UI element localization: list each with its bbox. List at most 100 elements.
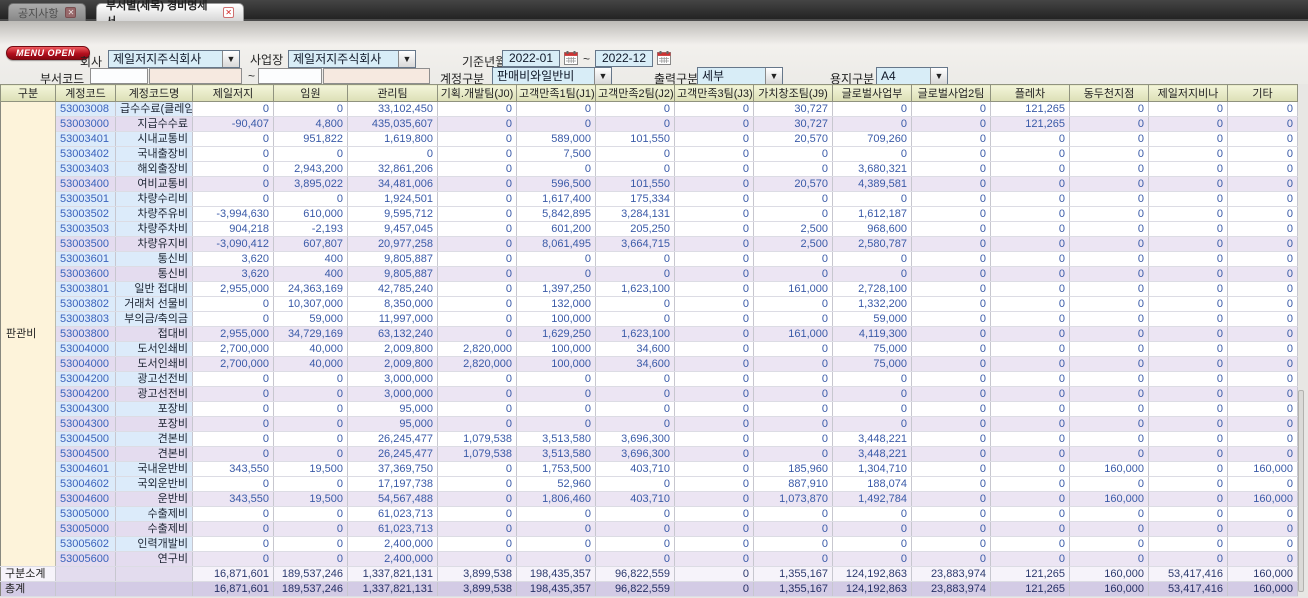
cell-value[interactable]: 0: [1148, 446, 1228, 462]
cell-value[interactable]: 0: [516, 116, 596, 132]
cell-account-code[interactable]: 53005600: [55, 551, 116, 567]
cell-value[interactable]: 596,500: [516, 176, 596, 192]
cell-value[interactable]: 0: [192, 146, 274, 162]
cell-value[interactable]: -2,193: [273, 221, 348, 237]
cell-value[interactable]: 2,700,000: [192, 356, 274, 372]
cell-value[interactable]: 0: [595, 416, 675, 432]
cell-value[interactable]: 2,580,787: [832, 236, 912, 252]
cell-value[interactable]: 3,000,000: [347, 371, 438, 387]
cell-account-code[interactable]: 53003403: [55, 161, 116, 177]
cell-account-name[interactable]: 차량주차비: [115, 221, 193, 237]
cell-value[interactable]: 0: [1069, 161, 1149, 177]
cell-value[interactable]: 0: [1227, 161, 1298, 177]
cell-value[interactable]: 0: [1227, 281, 1298, 297]
cell-value[interactable]: 0: [1069, 146, 1149, 162]
cell-value[interactable]: 0: [1069, 176, 1149, 192]
cell-value[interactable]: 0: [911, 506, 991, 522]
cell-value[interactable]: 30,727: [753, 101, 833, 117]
cell-value[interactable]: 37,369,750: [347, 461, 438, 477]
cell-value[interactable]: 0: [1148, 386, 1228, 402]
cell-value[interactable]: 0: [990, 221, 1070, 237]
cell-value[interactable]: 0: [990, 386, 1070, 402]
cell-value[interactable]: 0: [832, 536, 912, 552]
cell-value[interactable]: 0: [674, 146, 754, 162]
cell-value[interactable]: 0: [674, 341, 754, 357]
cell-value[interactable]: 0: [1227, 251, 1298, 267]
cell-value[interactable]: 0: [832, 521, 912, 537]
cell-value[interactable]: 1,355,167: [753, 566, 833, 582]
cell-value[interactable]: 0: [753, 206, 833, 222]
cell-value[interactable]: 2,955,000: [192, 326, 274, 342]
cell-value[interactable]: 95,000: [347, 416, 438, 432]
cell-account-name[interactable]: 광고선전비: [115, 386, 193, 402]
cell-value[interactable]: 0: [674, 401, 754, 417]
cell-value[interactable]: 0: [1227, 296, 1298, 312]
cell-value[interactable]: 23,883,974: [911, 566, 991, 582]
cell-account-code[interactable]: 53004200: [55, 386, 116, 402]
cell-value[interactable]: 0: [674, 296, 754, 312]
cell-value[interactable]: 0: [911, 176, 991, 192]
cell-value[interactable]: 0: [595, 266, 675, 282]
vertical-scrollbar[interactable]: [1298, 390, 1304, 592]
cell-value[interactable]: 0: [911, 161, 991, 177]
cell-value[interactable]: 0: [674, 551, 754, 567]
cell-value[interactable]: 3,448,221: [832, 431, 912, 447]
cell-value[interactable]: 160,000: [1069, 461, 1149, 477]
cell-value[interactable]: 0: [990, 491, 1070, 507]
table-row[interactable]: 53003501 차량수리비 0 0 1,924,501 0 1,617,400 175,33…: [1, 191, 1298, 207]
cell-value[interactable]: 0: [1148, 326, 1228, 342]
cell-value[interactable]: 121,265: [990, 116, 1070, 132]
cell-account-code[interactable]: 53005000: [55, 506, 116, 522]
cell-value[interactable]: 3,895,022: [273, 176, 348, 192]
period-from-input[interactable]: 2022-01: [502, 50, 560, 67]
cell-value[interactable]: 0: [990, 131, 1070, 147]
cell-value[interactable]: 32,861,206: [347, 161, 438, 177]
cell-value[interactable]: 0: [674, 566, 754, 582]
cell-value[interactable]: 40,000: [273, 341, 348, 357]
cell-value[interactable]: 0: [753, 521, 833, 537]
cell-value[interactable]: 3,284,131: [595, 206, 675, 222]
cell-value[interactable]: 0: [1227, 506, 1298, 522]
cell-value[interactable]: 0: [674, 371, 754, 387]
cell-value[interactable]: 0: [1148, 521, 1228, 537]
cell-value[interactable]: 0: [437, 221, 517, 237]
cell-value[interactable]: 0: [674, 311, 754, 327]
cell-account-name[interactable]: 견본비: [115, 431, 193, 447]
cell-value[interactable]: 189,537,246: [273, 566, 348, 582]
cell-value[interactable]: 0: [273, 506, 348, 522]
cell-value[interactable]: 0: [1069, 476, 1149, 492]
total-row[interactable]: 총계 16,871,601 189,537,246 1,337,821,131 3,89…: [0, 581, 1298, 597]
cell-value[interactable]: 0: [273, 521, 348, 537]
cell-value[interactable]: 20,977,258: [347, 236, 438, 252]
cell-value[interactable]: 19,500: [273, 461, 348, 477]
cell-value[interactable]: 1,617,400: [516, 191, 596, 207]
cell-value[interactable]: 0: [674, 521, 754, 537]
cell-account-code[interactable]: 53004300: [55, 416, 116, 432]
cell-value[interactable]: 0: [753, 416, 833, 432]
cell-value[interactable]: 160,000: [1227, 566, 1298, 582]
cell-value[interactable]: 160,000: [1227, 461, 1298, 477]
cell-value[interactable]: 0: [1148, 431, 1228, 447]
cell-value[interactable]: 1,073,870: [753, 491, 833, 507]
cell-value[interactable]: 198,435,357: [516, 581, 596, 597]
table-row[interactable]: 판관비 53003008 급수수료(클레임) 0 0 33,102,450 0 0 0 0 30,7…: [0, 101, 1298, 567]
cell-value[interactable]: 0: [911, 116, 991, 132]
cell-account-code[interactable]: 53004000: [55, 341, 116, 357]
cell-value[interactable]: 0: [1227, 221, 1298, 237]
cell-value[interactable]: 160,000: [1227, 581, 1298, 597]
cell-value[interactable]: 1,623,100: [595, 281, 675, 297]
cell-value[interactable]: 121,265: [990, 101, 1070, 117]
cell-value[interactable]: 0: [1148, 266, 1228, 282]
cell-value[interactable]: 0: [1227, 326, 1298, 342]
cell-value[interactable]: 0: [990, 191, 1070, 207]
cell-value[interactable]: 709,260: [832, 131, 912, 147]
cell-value[interactable]: 23,883,974: [911, 581, 991, 597]
cell-value[interactable]: 34,600: [595, 341, 675, 357]
cell-value[interactable]: 59,000: [832, 311, 912, 327]
cell-account-name[interactable]: 접대비: [115, 326, 193, 342]
cell-account-code[interactable]: 53003601: [55, 251, 116, 267]
cell-value[interactable]: 0: [674, 176, 754, 192]
cell-value[interactable]: 10,307,000: [273, 296, 348, 312]
cell-value[interactable]: 0: [1227, 551, 1298, 567]
cell-value[interactable]: 0: [273, 386, 348, 402]
